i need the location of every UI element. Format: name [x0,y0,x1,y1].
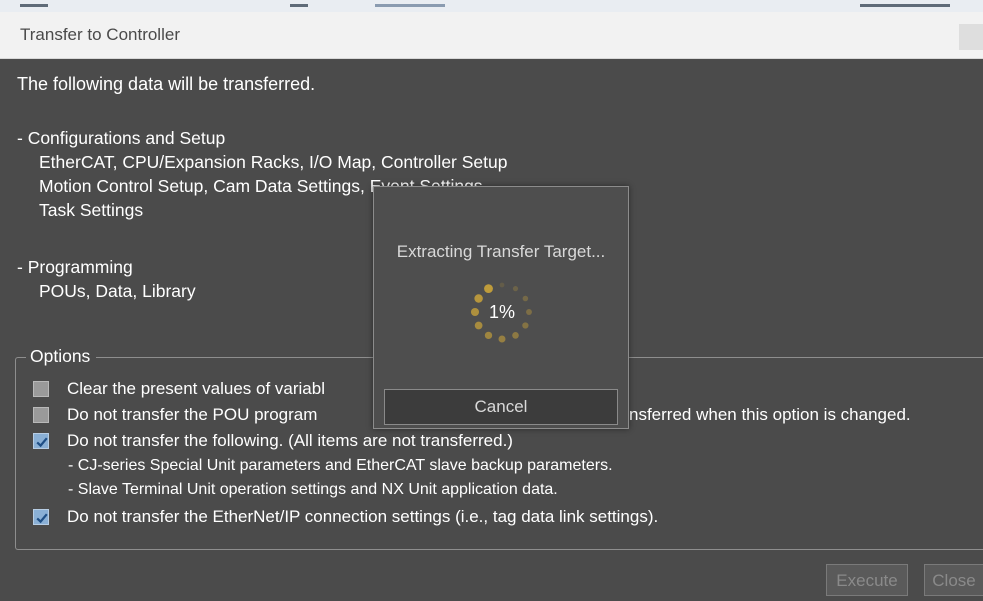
section-line: EtherCAT, CPU/Expansion Racks, I/O Map, … [39,152,508,172]
progress-message: Extracting Transfer Target... [396,242,606,261]
checkbox-checked[interactable] [33,433,49,449]
option-label: Do not transfer the following. (All item… [67,431,513,450]
section-programming: - Programming POUs, Data, Library [17,255,196,303]
checkbox[interactable] [33,381,49,397]
check-icon [36,513,48,524]
checkbox[interactable] [33,407,49,423]
checkbox-checked[interactable] [33,509,49,525]
option-label: Do not transfer the POU program [67,405,318,424]
loading-spinner-icon: 1% [462,272,542,352]
transfer-lead-text: The following data will be transferred. [17,74,316,94]
option-subnote: - CJ-series Special Unit parameters and … [68,457,613,474]
section-line: POUs, Data, Library [39,281,196,301]
option-subnote: - Slave Terminal Unit operation settings… [68,481,558,498]
execute-button[interactable]: Execute [826,564,908,596]
cancel-button[interactable]: Cancel [384,389,618,425]
strip-fragment [20,4,48,7]
option-label-tail-text: nsferred when this option is changed. [629,405,911,424]
dialog-titlebar: Transfer to Controller [0,12,983,59]
dialog-title: Transfer to Controller [20,25,180,44]
dialog-content: The following data will be transferred. … [0,59,983,601]
progress-percent: 1% [488,302,515,322]
section-header: - Programming [17,257,133,277]
options-legend: Options [26,346,97,367]
strip-fragment [375,4,445,7]
option-label: Clear the present values of variabl [67,379,325,398]
option-label: Do not transfer the EtherNet/IP connecti… [67,507,659,526]
progress-dialog: Extracting Transfer Target... 1% Cancel [373,186,629,429]
section-header: - Configurations and Setup [17,128,226,148]
close-button[interactable]: Close [924,564,983,596]
strip-fragment [290,4,308,7]
window-close-button[interactable] [959,24,983,50]
strip-fragment [860,4,950,7]
option-label-tail: nsferred when this option is changed. [629,405,911,427]
check-icon [36,437,48,448]
